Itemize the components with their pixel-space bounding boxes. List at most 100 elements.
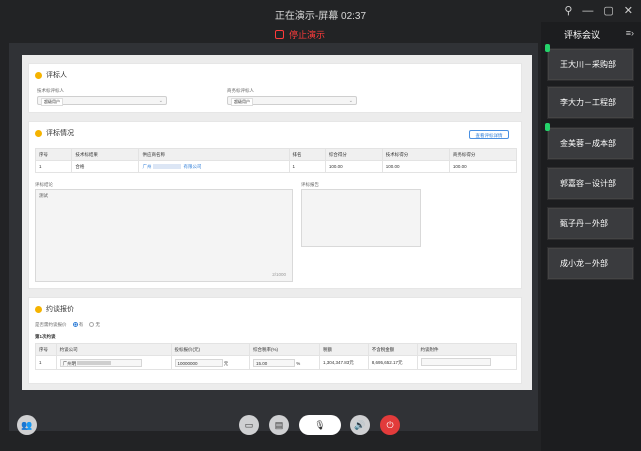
- redacted-block: [153, 163, 182, 169]
- negotiation-option-row: 是否需约谈报价 有 无: [35, 322, 100, 328]
- attachment-field[interactable]: [420, 358, 491, 366]
- price-value: 10000000: [177, 360, 198, 366]
- stop-presenting-label: 停止演示: [289, 30, 326, 40]
- member-name: 甄子丹－外部: [560, 219, 608, 228]
- maximize-icon[interactable]: ▢: [603, 5, 613, 17]
- meeting-panel: 评标会议 ≡› 王大川－采购部 李大力－工程部 金美蓉－成本部 郭嘉容－设计部 …: [541, 22, 641, 451]
- rate-value: 15.00: [255, 360, 268, 366]
- member-name: 王大川－采购部: [560, 60, 616, 69]
- conclusion-textarea[interactable]: 测试 2/1000: [35, 189, 293, 282]
- member-name: 李大力－工程部: [560, 98, 616, 107]
- speaker-button[interactable]: 🔊: [350, 415, 370, 435]
- col-header: 供应商名称: [138, 148, 290, 161]
- col-header: 序号: [34, 148, 73, 161]
- conclusion-label: 评标结论: [35, 182, 53, 187]
- speaker-icon: 🔊: [354, 419, 366, 430]
- cell-net: 8,695,652.17元: [367, 355, 418, 370]
- section-icon: [35, 71, 42, 79]
- folder-icon: ▤: [274, 419, 284, 430]
- stop-presenting-button[interactable]: 停止演示: [275, 28, 325, 41]
- cell-rank: 1: [288, 160, 326, 173]
- cell-price: 10000000 元: [170, 355, 250, 370]
- col-header: 投标报价(元): [170, 343, 250, 356]
- section-icon: [35, 305, 42, 313]
- radio-yes-label: 有: [78, 322, 84, 327]
- radio-no-label: 无: [95, 322, 101, 327]
- list-menu-icon[interactable]: ≡›: [626, 28, 634, 38]
- col-header: 序号: [35, 343, 57, 356]
- company-value: 广州明: [62, 360, 77, 366]
- biz-evaluator-tag: 超级用户: [231, 98, 253, 106]
- member-card[interactable]: 郭嘉容－设计部: [547, 167, 634, 200]
- evaluation-table: 序号 技术标结果 供应商名称 排名 综合得分 技术标得分 商务标得分 1 合格 …: [34, 148, 518, 173]
- mic-button[interactable]: 🎙: [299, 415, 341, 435]
- col-header: 综合得分: [324, 148, 383, 161]
- radio-yes[interactable]: 有: [72, 322, 84, 328]
- col-header: 综合税率(%): [248, 343, 321, 356]
- company-field[interactable]: 广州明: [59, 358, 142, 367]
- section-icon: [35, 129, 42, 137]
- member-card[interactable]: 李大力－工程部: [547, 86, 634, 119]
- radio-on-icon: [72, 322, 78, 328]
- rate-unit: %: [296, 360, 301, 366]
- conclusion-text: 测试: [39, 193, 48, 198]
- negotiation-table: 序号 约谈公司 投标报价(元) 综合税率(%) 税额 不含税金额 约谈附件 1 …: [35, 343, 518, 370]
- window-title: 正在演示-屏幕 02:37: [274, 11, 367, 22]
- cell-result: 合格: [71, 160, 140, 173]
- col-header: 商务标得分: [448, 148, 518, 161]
- supplier-name-tail: 有限公司: [183, 163, 202, 169]
- member-card[interactable]: 甄子丹－外部: [547, 207, 634, 240]
- col-header: 税额: [319, 343, 369, 356]
- speaking-mic-icon: [545, 44, 550, 52]
- tech-evaluator-tag: 超级用户: [41, 98, 63, 106]
- pin-icon[interactable]: ⚲: [564, 5, 572, 17]
- col-header: 排名: [288, 148, 326, 161]
- rate-input[interactable]: 15.00: [252, 358, 295, 367]
- report-label: 评标报告: [301, 182, 319, 187]
- chevron-down-icon: ⌄: [348, 98, 353, 104]
- cell-attachment[interactable]: [416, 355, 518, 370]
- cell-tax: 1,304,347.83元: [319, 355, 369, 370]
- col-header: 技术标结果: [71, 148, 140, 161]
- cell-total: 100.00: [324, 160, 383, 173]
- view-details-button[interactable]: 查看评标详情: [469, 130, 509, 139]
- power-icon: ⏻: [386, 419, 394, 430]
- col-header: 不含税金额: [367, 343, 418, 356]
- member-card[interactable]: 成小龙－外部: [547, 247, 634, 280]
- section-title: 评标情况: [46, 130, 74, 137]
- tech-evaluator-label: 技术标评标人: [37, 88, 64, 93]
- radio-no[interactable]: 无: [89, 322, 100, 328]
- char-counter: 2/1000: [272, 272, 286, 277]
- cell-tech: 100.00: [381, 160, 450, 173]
- member-name: 成小龙－外部: [560, 259, 608, 268]
- cell-supplier[interactable]: 广州 有限公司: [138, 160, 290, 173]
- cell-no: 1: [34, 160, 73, 173]
- cell-biz: 100.00: [448, 160, 518, 173]
- report-upload-area[interactable]: [301, 189, 421, 247]
- cell-company: 广州明: [55, 355, 172, 370]
- biz-evaluator-label: 商务标评标人: [227, 88, 254, 93]
- participants-button[interactable]: 👥: [17, 415, 37, 435]
- close-icon[interactable]: ✕: [624, 5, 633, 17]
- col-header: 约谈附件: [416, 343, 518, 356]
- price-input[interactable]: 10000000: [174, 358, 223, 367]
- cell-rate: 15.00 %: [248, 355, 321, 370]
- supplier-name: 广州: [142, 163, 152, 169]
- speaking-mic-icon: [545, 123, 550, 131]
- minimize-icon[interactable]: —: [582, 5, 593, 17]
- shared-document: 评标人 技术标评标人 超级用户 ⌄ 商务标评标人 超级用户 ⌄ 评标情况 查看评标详…: [22, 55, 532, 390]
- screen-share-button[interactable]: ▭: [239, 415, 259, 435]
- cell-no: 1: [35, 355, 57, 370]
- microphone-icon: 🎙: [314, 419, 326, 430]
- redacted-block: [77, 361, 112, 366]
- section-title: 约谈报价: [46, 306, 74, 313]
- member-card[interactable]: 王大川－采购部: [545, 44, 634, 81]
- leave-meeting-button[interactable]: ⏻: [380, 415, 400, 435]
- biz-evaluator-select[interactable]: 超级用户 ⌄: [227, 96, 357, 106]
- evaluation-card: 评标情况 查看评标详情 序号 技术标结果 供应商名称 排名 综合得分 技术标得分…: [28, 121, 522, 289]
- member-card[interactable]: 金美蓉－成本部: [545, 123, 634, 160]
- radio-off-icon: [89, 322, 95, 328]
- file-button[interactable]: ▤: [269, 415, 289, 435]
- stop-share-icon: [275, 30, 284, 39]
- tech-evaluator-select[interactable]: 超级用户 ⌄: [37, 96, 167, 106]
